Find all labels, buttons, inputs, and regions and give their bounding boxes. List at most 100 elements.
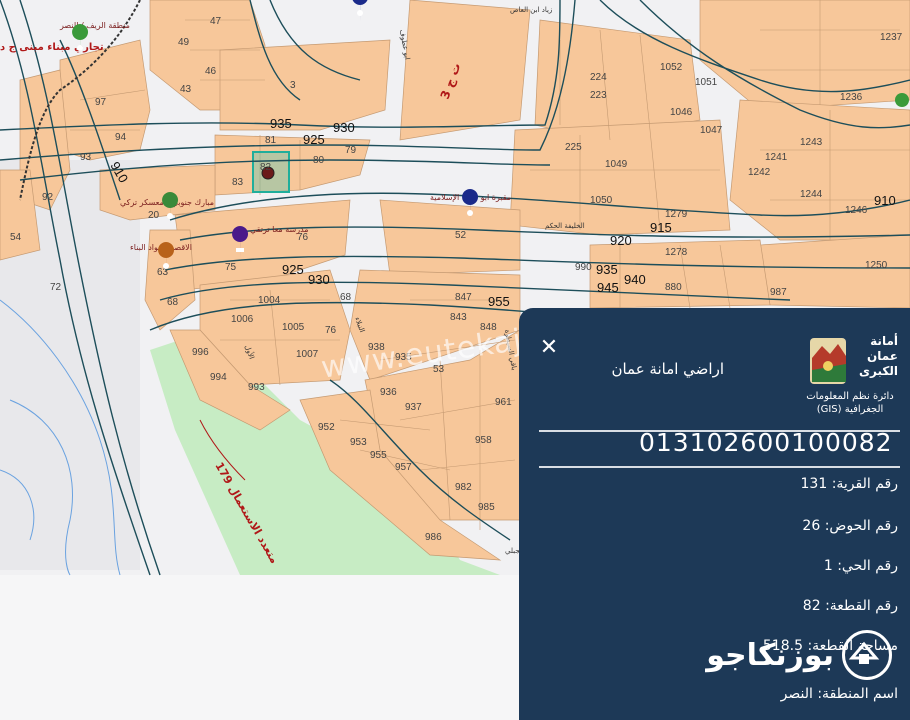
parcel-number: 847 bbox=[455, 292, 472, 303]
street-label: زياد ابن العاص bbox=[510, 6, 552, 14]
parcel-number: 20 bbox=[148, 210, 160, 221]
parcel-number: 1007 bbox=[296, 349, 319, 360]
parcel-code: 013102600100082 bbox=[639, 428, 893, 457]
parcel-number: 1006 bbox=[231, 314, 254, 325]
parcel-number: 80 bbox=[313, 155, 325, 166]
parcel-number: 83 bbox=[232, 177, 244, 188]
attr-value: 26 bbox=[802, 518, 821, 534]
basin-number-row: رقم الحوض: 26 bbox=[802, 518, 898, 534]
parcel-number: 47 bbox=[210, 16, 222, 27]
parcel-number: 1004 bbox=[258, 295, 281, 306]
gis-department: دائرة نظم المعلومات الجغرافية (GIS) bbox=[806, 391, 894, 415]
brand-text: بوزنكاجو bbox=[706, 637, 835, 673]
parcel-number: 75 bbox=[225, 262, 237, 273]
parcel-number: 880 bbox=[665, 282, 682, 293]
elevation-label: 925 bbox=[282, 262, 304, 277]
parcel-number: 955 bbox=[370, 450, 387, 461]
parcel-number: 952 bbox=[318, 422, 335, 433]
parcel-number: 990 bbox=[575, 262, 592, 273]
elevation-label: 955 bbox=[488, 294, 510, 309]
parcel-number: 46 bbox=[205, 66, 217, 77]
attr-label: رقم الحي: bbox=[837, 558, 898, 574]
area-name-row: اسم المنطقة: النصر bbox=[781, 686, 898, 702]
parcel-number: 958 bbox=[475, 435, 492, 446]
parcel-number: 3 bbox=[290, 80, 296, 91]
divider bbox=[539, 466, 900, 468]
parcel-number: 843 bbox=[450, 312, 467, 323]
commercial-road-label: تجاري مبناء مبنى ج د bbox=[0, 42, 104, 53]
attr-label: رقم القرية: bbox=[831, 476, 898, 492]
parcel-number: 1279 bbox=[665, 209, 688, 220]
parcel-number: 1241 bbox=[765, 152, 788, 163]
parcel-number: 1005 bbox=[282, 322, 305, 333]
brand-logo-icon bbox=[842, 630, 892, 680]
attr-label: اسم المنطقة: bbox=[817, 686, 898, 702]
gam-logo: أمانة عمان الكبرى دائرة نظم المعلومات ال… bbox=[806, 330, 898, 426]
parcel-number: 1243 bbox=[800, 137, 823, 148]
parcel-number-row: رقم القطعة: 82 bbox=[803, 598, 898, 614]
parcel-number: 1050 bbox=[590, 195, 613, 206]
parcel-number: 1052 bbox=[660, 62, 683, 73]
parcel-number: 1046 bbox=[670, 107, 693, 118]
brand-watermark: بوزنكاجو bbox=[706, 630, 892, 680]
attr-label: رقم القطعة: bbox=[825, 598, 898, 614]
parcel-number: 1246 bbox=[845, 205, 868, 216]
parcel-number: 986 bbox=[425, 532, 442, 543]
parcel-number: 79 bbox=[345, 145, 357, 156]
school-label: مدرسة معا ترتقي bbox=[250, 225, 309, 234]
elevation-label: 935 bbox=[270, 116, 292, 131]
parcel-number: 993 bbox=[248, 382, 265, 393]
parcel-number: 68 bbox=[167, 297, 179, 308]
close-icon[interactable]: ✕ bbox=[537, 336, 561, 360]
parcel-number: 68 bbox=[340, 292, 352, 303]
parcel-number: 994 bbox=[210, 372, 227, 383]
neighborhood-number-row: رقم الحي: 1 bbox=[824, 558, 898, 574]
elevation-label: 930 bbox=[308, 272, 330, 287]
elevation-label: 910 bbox=[874, 193, 896, 208]
parcel-number: 1278 bbox=[665, 247, 688, 258]
attr-value: النصر bbox=[780, 686, 813, 702]
elevation-label: 940 bbox=[624, 272, 646, 287]
parcel-number: 937 bbox=[405, 402, 422, 413]
parcel-number: 81 bbox=[265, 135, 277, 146]
elevation-label: 930 bbox=[333, 120, 355, 135]
parcel-number: 1051 bbox=[695, 77, 718, 88]
parcel-number: 1250 bbox=[865, 260, 888, 271]
parcel-number: 1244 bbox=[800, 189, 823, 200]
parcel-number: 76 bbox=[325, 325, 337, 336]
elevation-label: 935 bbox=[596, 262, 618, 277]
parcel-number: 1242 bbox=[748, 167, 771, 178]
zone-label: منطقة الريف / النصر bbox=[59, 21, 130, 30]
village-number-row: رقم القرية: 131 bbox=[801, 476, 899, 492]
parcel-number: 54 bbox=[10, 232, 22, 243]
elevation-label: 925 bbox=[303, 132, 325, 147]
parcel-number: 224 bbox=[590, 72, 607, 83]
attr-label: رقم الحوض: bbox=[824, 518, 898, 534]
parcel-number: 936 bbox=[380, 387, 397, 398]
corner-marker-icon[interactable] bbox=[895, 93, 909, 107]
parcel-number: 957 bbox=[395, 462, 412, 473]
parcel-number: 223 bbox=[590, 90, 607, 101]
parcel-number: 987 bbox=[770, 287, 787, 298]
elevation-label: 915 bbox=[650, 220, 672, 235]
elevation-label: 945 bbox=[597, 280, 619, 295]
street-label: الخليفة الحكم bbox=[545, 222, 585, 230]
parcel-number: 1236 bbox=[840, 92, 863, 103]
parcel-number: 93 bbox=[80, 152, 92, 163]
gam-emblem-icon bbox=[810, 338, 846, 384]
layer-title: اراضي امانة عمان bbox=[611, 360, 724, 378]
attr-value: 1 bbox=[823, 558, 833, 574]
parcel-info-panel: ✕ اراضي امانة عمان أمانة عمان الكبرى دائ… bbox=[519, 308, 910, 720]
parcel-number: 82 bbox=[260, 162, 272, 173]
parcel-number: 72 bbox=[50, 282, 62, 293]
attr-value: 82 bbox=[802, 598, 821, 614]
elevation-label: 920 bbox=[610, 233, 632, 248]
parcel-number: 961 bbox=[495, 397, 512, 408]
parcel-number: 1237 bbox=[880, 32, 903, 43]
parcel-number: 953 bbox=[350, 437, 367, 448]
parcel-number: 982 bbox=[455, 482, 472, 493]
parcel-number: 49 bbox=[178, 37, 190, 48]
attr-value: 131 bbox=[800, 476, 828, 492]
parcel-number: 985 bbox=[478, 502, 495, 513]
parcel-number: 92 bbox=[42, 192, 54, 203]
